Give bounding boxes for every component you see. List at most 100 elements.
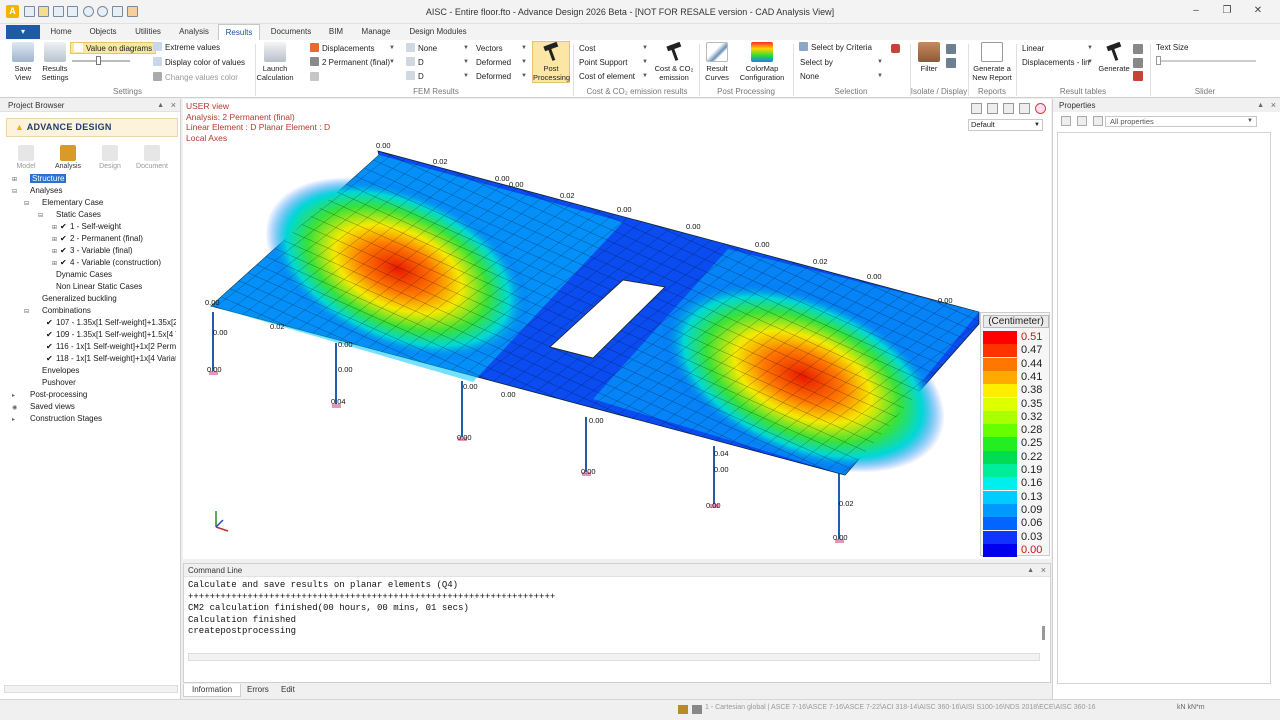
filter-button[interactable]: Filter (914, 42, 944, 73)
tab-objects[interactable]: Objects (84, 24, 122, 40)
tree-expander-icon[interactable]: ⊞ (12, 174, 20, 185)
redo-icon[interactable] (97, 6, 108, 17)
tree-item[interactable]: ✔ 109 - 1.35x[1 Self-weight]+1.5x[4 V (38, 329, 176, 341)
tree-item[interactable]: ⊞ Structure (12, 173, 176, 185)
table-type-select[interactable]: Linear ▼ (1018, 42, 1096, 54)
tab-analysis[interactable]: Analysis (174, 24, 214, 40)
tree-item[interactable]: ⊞ ✔ 1 - Self-weight (52, 221, 176, 233)
display-icon[interactable] (946, 58, 956, 68)
filter-icon[interactable] (1093, 116, 1103, 126)
tree-expander-icon[interactable]: ⊞ (52, 222, 60, 233)
tree-horizontal-scrollbar[interactable] (4, 685, 178, 693)
pin-icon[interactable]: ▲ (157, 99, 164, 112)
pin-icon[interactable]: ▲ (1257, 99, 1264, 112)
settings-slider-thumb[interactable] (96, 56, 101, 65)
tree-expander-icon[interactable]: ⊟ (38, 210, 46, 221)
tree-item[interactable]: ✔ 116 - 1x[1 Self-weight]+1x[2 Perma (38, 341, 176, 353)
colormap-configuration-button[interactable]: ColorMap Configuration (734, 42, 790, 82)
generate-table-button[interactable]: Generate (1097, 41, 1131, 73)
tree-checkbox[interactable]: ✔ (60, 245, 70, 257)
close-panel-icon[interactable]: × (1041, 564, 1046, 577)
deformed-select-1[interactable]: Deformed ▼ (472, 56, 530, 68)
cost-of-element-select[interactable]: Cost of element ▼ (575, 70, 651, 82)
status-settings-icon[interactable] (692, 705, 702, 714)
tree-expander-icon[interactable]: ▸ (12, 390, 20, 401)
mode-model-button[interactable]: Model (6, 145, 46, 170)
command-vertical-scrollbar[interactable] (1042, 626, 1045, 640)
launch-calculation-button[interactable]: Launch Calculation (253, 42, 297, 82)
tab-information[interactable]: Information (183, 684, 242, 697)
point-support-select[interactable]: Point Support ▼ (575, 56, 651, 68)
3d-viewport[interactable]: 0.00 0.02 0.00 0.00 0.02 0.00 0.00 0.00 0.02 0.00… (183, 99, 1051, 559)
tree-item[interactable]: ⊞ ✔ 4 - Variable (construction) (52, 257, 176, 269)
tab-edit[interactable]: Edit (273, 684, 303, 696)
tree-item[interactable]: ⊟ Static Cases (38, 209, 176, 221)
tree-checkbox[interactable]: ✔ (60, 257, 70, 269)
tree-checkbox[interactable]: ✔ (46, 353, 56, 365)
text-size-slider-thumb[interactable] (1156, 56, 1161, 65)
select-by-select[interactable]: Select by ▼ (796, 56, 886, 68)
tree-expander-icon[interactable]: ⊞ (52, 246, 60, 257)
tree-item[interactable]: ⊟ Combinations (24, 305, 176, 317)
tree-item[interactable]: ⊞ ✔ 3 - Variable (final) (52, 245, 176, 257)
select-by-criteria-button[interactable]: Select by Criteria (799, 42, 872, 54)
file-menu-button[interactable]: ▾ (6, 25, 40, 39)
tree-expander-icon[interactable]: ⊞ (52, 234, 60, 245)
vectors-select[interactable]: Vectors ▼ (472, 42, 530, 54)
units-indicator[interactable]: kN kN*m (1177, 704, 1205, 711)
tree-item[interactable]: Dynamic Cases (38, 269, 176, 281)
tree-checkbox[interactable]: ✔ (46, 329, 56, 341)
table-icon[interactable] (1133, 44, 1143, 54)
mode-design-button[interactable]: Design (90, 145, 130, 170)
display-color-of-values-toggle[interactable]: Display color of values (153, 57, 245, 69)
component-select-1[interactable]: None ▼ (402, 42, 472, 54)
change-values-color-button[interactable]: Change values color (153, 72, 238, 84)
zoom-window-icon[interactable] (971, 103, 982, 114)
settings-slider[interactable] (72, 60, 130, 62)
tab-utilities[interactable]: Utilities (128, 24, 168, 40)
tree-item[interactable]: Envelopes (24, 365, 176, 377)
tree-checkbox[interactable]: ✔ (46, 341, 56, 353)
minimize-icon[interactable]: – (1187, 5, 1205, 17)
tab-documents[interactable]: Documents (266, 24, 316, 40)
tab-errors[interactable]: Errors (239, 684, 277, 696)
properties-filter-select[interactable]: All properties ▼ (1105, 116, 1257, 127)
tree-expander-icon[interactable]: ◉ (12, 402, 20, 413)
load-case-select[interactable]: 2 Permanent (final) ▼ (306, 56, 398, 68)
component-select-2[interactable]: D ▼ (402, 56, 472, 68)
orbit-icon[interactable] (1035, 103, 1046, 114)
table-delete-icon[interactable] (1133, 71, 1143, 81)
cost-co2-emission-button[interactable]: Cost & CO₂ emission (652, 41, 696, 82)
tree-checkbox[interactable]: ✔ (60, 221, 70, 233)
result-type-select[interactable]: Displacements ▼ (306, 42, 398, 54)
close-icon[interactable]: ✕ (1249, 5, 1267, 17)
restore-icon[interactable]: ❐ (1218, 5, 1236, 17)
zoom-icon[interactable] (987, 103, 998, 114)
tree-item[interactable]: ⊞ ✔ 2 - Permanent (final) (52, 233, 176, 245)
command-horizontal-scrollbar[interactable] (188, 653, 1040, 661)
new-file-icon[interactable] (24, 6, 35, 17)
undo-icon[interactable] (83, 6, 94, 17)
tree-checkbox[interactable]: ✔ (46, 317, 56, 329)
tab-manage[interactable]: Manage (356, 24, 396, 40)
open-folder-icon[interactable] (38, 6, 49, 17)
tab-design-modules[interactable]: Design Modules (404, 24, 472, 40)
generate-report-button[interactable]: Generate a New Report (968, 42, 1016, 82)
value-on-diagrams-toggle[interactable]: Value on diagrams (70, 42, 157, 54)
tree-checkbox[interactable]: ✔ (60, 233, 70, 245)
tree-item[interactable]: ⊟ Elementary Case (24, 197, 176, 209)
selection-none-select[interactable]: None ▼ (796, 70, 886, 82)
close-panel-icon[interactable]: × (171, 99, 176, 112)
result-curves-button[interactable]: Result Curves (700, 42, 734, 82)
zoom-extents-icon[interactable] (1003, 103, 1014, 114)
tree-item[interactable]: Pushover (24, 377, 176, 389)
tree-expander-icon[interactable]: ⊟ (12, 186, 20, 197)
tree-expander-icon[interactable]: ⊟ (24, 306, 32, 317)
deformed-select-2[interactable]: Deformed ▼ (472, 70, 530, 82)
calculator-icon[interactable] (127, 6, 138, 17)
tree-item[interactable]: ⊟ Analyses (12, 185, 176, 197)
tree-item[interactable]: ▸ Construction Stages (12, 413, 176, 425)
tree-item[interactable]: Generalized buckling (24, 293, 176, 305)
tree-item[interactable]: ✔ 118 - 1x[1 Self-weight]+1x[4 Variat (38, 353, 176, 365)
table-content-select[interactable]: Displacements - lin ▼ (1018, 56, 1096, 68)
